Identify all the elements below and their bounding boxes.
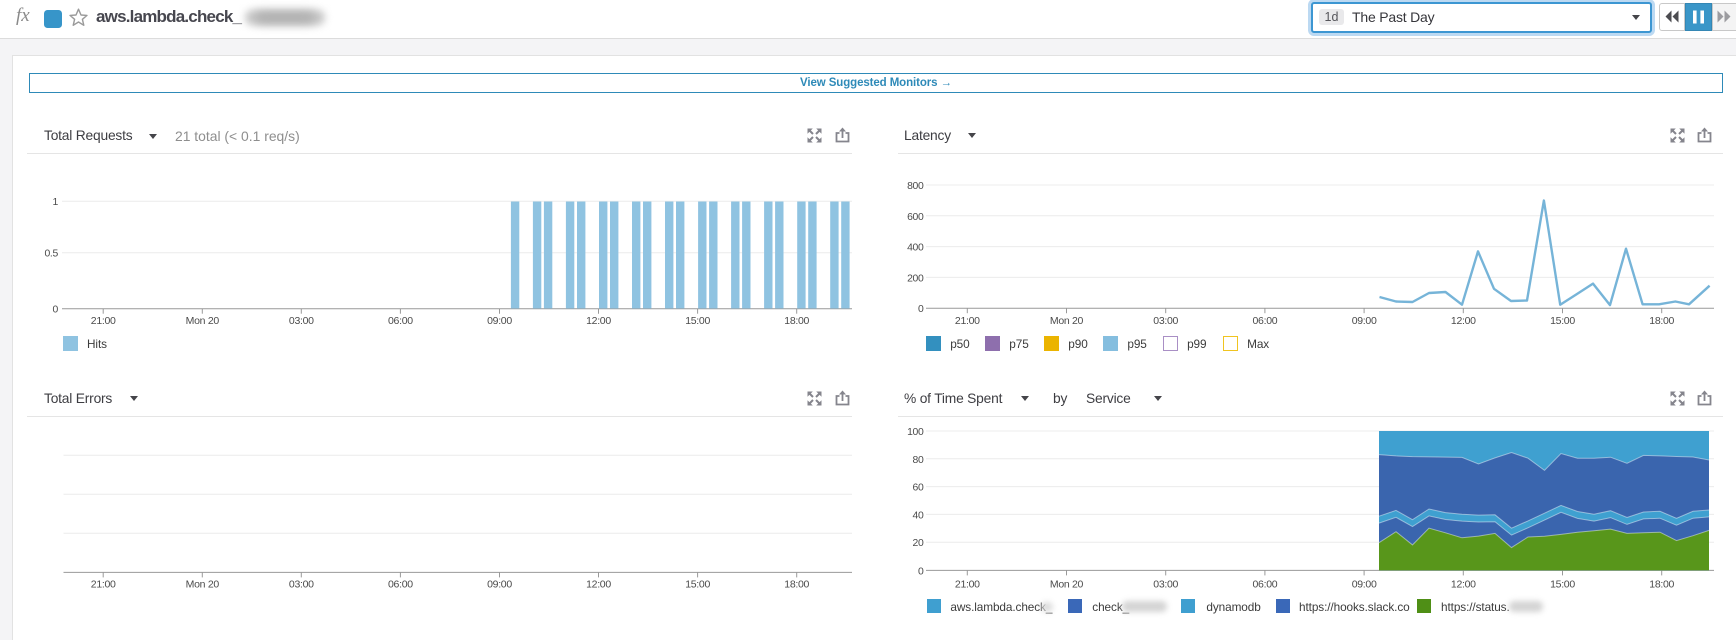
svg-text:21:00: 21:00	[955, 315, 980, 327]
svg-text:03:00: 03:00	[1153, 579, 1178, 591]
svg-text:600: 600	[907, 212, 924, 223]
svg-text:Mon 20: Mon 20	[1050, 579, 1084, 591]
svg-text:09:00: 09:00	[1352, 579, 1377, 591]
svg-text:100: 100	[907, 427, 924, 438]
svg-text:200: 200	[907, 273, 924, 284]
svg-text:09:00: 09:00	[487, 315, 512, 327]
svg-text:18:00: 18:00	[1649, 579, 1674, 591]
svg-text:80: 80	[913, 455, 924, 466]
svg-text:12:00: 12:00	[586, 315, 611, 327]
svg-text:18:00: 18:00	[784, 579, 809, 591]
svg-text:800: 800	[907, 181, 924, 192]
svg-text:21:00: 21:00	[91, 579, 116, 591]
svg-text:09:00: 09:00	[1352, 315, 1377, 327]
svg-text:40: 40	[913, 510, 924, 521]
svg-text:09:00: 09:00	[487, 579, 512, 591]
svg-text:15:00: 15:00	[685, 579, 710, 591]
svg-text:0: 0	[53, 305, 59, 316]
svg-text:0: 0	[918, 566, 924, 577]
svg-text:1: 1	[53, 197, 59, 208]
svg-text:15:00: 15:00	[685, 315, 710, 327]
svg-text:03:00: 03:00	[1153, 315, 1178, 327]
svg-text:03:00: 03:00	[289, 579, 314, 591]
svg-text:Mon 20: Mon 20	[1050, 315, 1084, 327]
svg-text:12:00: 12:00	[1451, 579, 1476, 591]
svg-text:15:00: 15:00	[1550, 315, 1575, 327]
svg-text:0.5: 0.5	[44, 249, 58, 260]
svg-text:Mon 20: Mon 20	[186, 315, 220, 327]
svg-text:12:00: 12:00	[586, 579, 611, 591]
svg-text:0: 0	[918, 304, 924, 315]
svg-text:15:00: 15:00	[1550, 579, 1575, 591]
svg-text:21:00: 21:00	[955, 579, 980, 591]
svg-text:06:00: 06:00	[1253, 579, 1278, 591]
svg-text:18:00: 18:00	[1649, 315, 1674, 327]
svg-text:03:00: 03:00	[289, 315, 314, 327]
svg-text:400: 400	[907, 243, 924, 254]
svg-text:12:00: 12:00	[1451, 315, 1476, 327]
svg-text:06:00: 06:00	[388, 315, 413, 327]
svg-text:06:00: 06:00	[388, 579, 413, 591]
svg-text:60: 60	[913, 483, 924, 494]
svg-text:Mon 20: Mon 20	[186, 579, 220, 591]
svg-text:20: 20	[913, 538, 924, 549]
svg-text:18:00: 18:00	[784, 315, 809, 327]
svg-text:06:00: 06:00	[1253, 315, 1278, 327]
svg-text:21:00: 21:00	[91, 315, 116, 327]
